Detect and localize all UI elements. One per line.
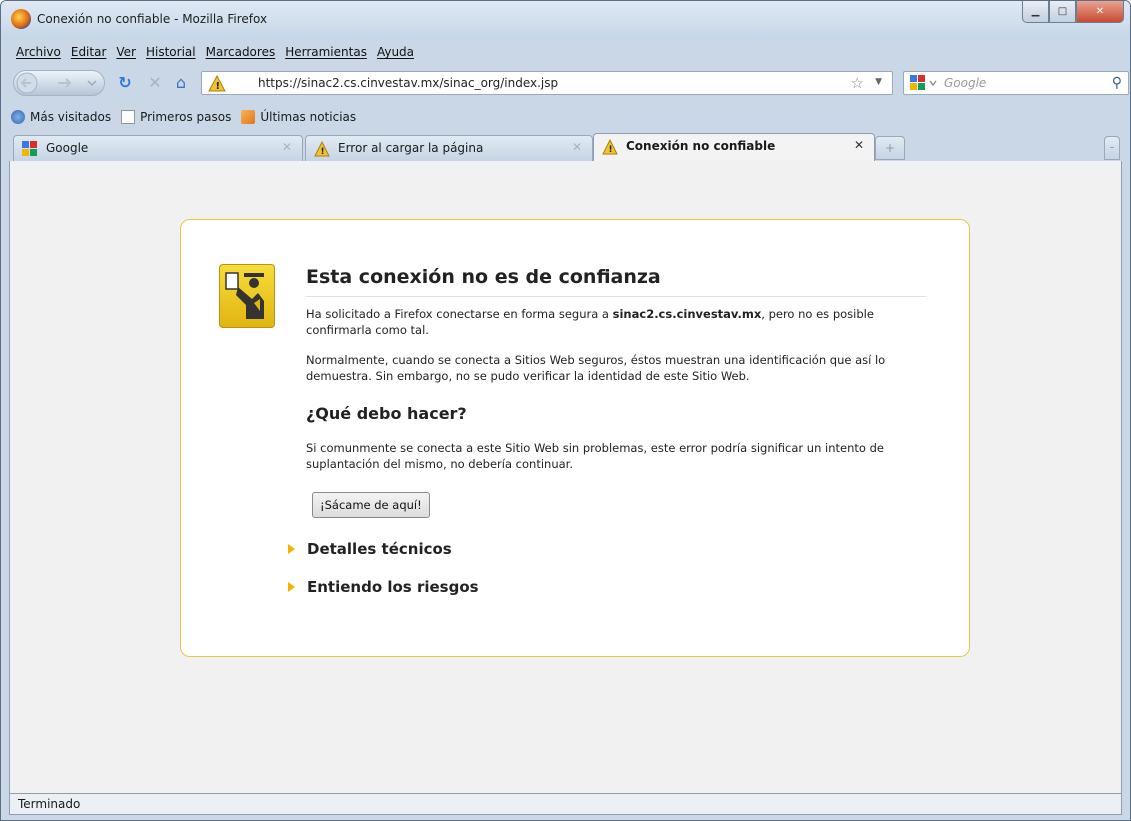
bookmark-star-icon[interactable]: ☆: [851, 74, 864, 92]
tab-error-loading[interactable]: ! Error al cargar la página ✕: [305, 135, 593, 161]
rss-icon: [241, 110, 256, 124]
menu-archivo[interactable]: Archivo: [11, 45, 66, 59]
bookmark-most-visited[interactable]: Más visitados: [11, 110, 111, 124]
google-favicon-icon: [22, 141, 37, 156]
warning-identity-icon[interactable]: !: [208, 75, 248, 93]
page-icon: [121, 110, 136, 124]
bookmark-label: Más visitados: [30, 110, 112, 124]
search-icon[interactable]: ⚲: [1112, 75, 1122, 91]
close-button[interactable]: ✕: [1076, 1, 1124, 23]
page-content: Esta conexión no es de confianza Ha soli…: [9, 161, 1122, 793]
get-me-out-button[interactable]: ¡Sácame de aquí!: [312, 492, 430, 518]
expand-arrow-icon: [288, 582, 295, 592]
bookmarks-toolbar: Más visitados Primeros pasos Últimas not…: [11, 105, 1120, 129]
certificate-error-icon: [219, 264, 275, 328]
minimize-icon: ▁: [1031, 6, 1040, 17]
tab-google[interactable]: Google ✕: [13, 135, 303, 161]
host-name: sinac2.cs.cinvestav.mx: [612, 307, 762, 321]
menu-marcadores[interactable]: Marcadores: [201, 45, 281, 59]
svg-text:!: !: [609, 145, 613, 155]
tab-close-icon[interactable]: ✕: [282, 140, 292, 154]
bookmark-label: Últimas noticias: [260, 110, 357, 124]
menu-herramientas[interactable]: Herramientas: [280, 45, 372, 59]
minimize-button[interactable]: ▁: [1022, 1, 1049, 23]
menu-bar: Archivo Editar Ver Historial Marcadores …: [11, 41, 1120, 63]
svg-text:!: !: [321, 147, 325, 157]
understand-risks-expander[interactable]: Entiendo los riesgos: [288, 578, 479, 596]
url-bar[interactable]: ! https://sinac2.cs.cinvestav.mx/sinac_o…: [201, 71, 893, 95]
description-text: Ha solicitado a Firefox conectarse en fo…: [306, 307, 613, 321]
chevron-down-icon: –: [1109, 142, 1115, 153]
what-to-do-heading: ¿Qué debo hacer?: [306, 404, 467, 423]
status-text: Terminado: [18, 797, 81, 811]
error-title: Esta conexión no es de confianza: [306, 266, 926, 297]
back-forward-buttons[interactable]: [13, 70, 105, 96]
technical-details-expander[interactable]: Detalles técnicos: [288, 540, 452, 558]
tab-label: Google: [46, 141, 89, 155]
tab-label: Conexión no confiable: [626, 139, 776, 153]
bookmark-getting-started[interactable]: Primeros pasos: [121, 110, 231, 124]
tab-close-icon[interactable]: ✕: [854, 138, 864, 152]
tab-untrusted-connection[interactable]: ! Conexión no confiable ✕: [593, 133, 875, 161]
maximize-icon: □: [1057, 6, 1068, 17]
error-description: Ha solicitado a Firefox conectarse en fo…: [306, 306, 906, 338]
most-visited-icon: [11, 110, 25, 124]
back-forward-icon: [16, 72, 97, 94]
firefox-icon: [11, 9, 31, 29]
error-explanation: Normalmente, cuando se conecta a Sitios …: [306, 353, 886, 383]
home-icon[interactable]: ⌂: [171, 73, 191, 93]
tab-bar: Google ✕ ! Error al cargar la página ✕ !…: [11, 133, 1120, 161]
menu-ver[interactable]: Ver: [111, 45, 141, 59]
window-title: Conexión no confiable - Mozilla Firefox: [37, 12, 268, 26]
search-input[interactable]: Google: [944, 76, 986, 90]
close-icon: ✕: [1095, 6, 1105, 17]
browser-window: Conexión no confiable - Mozilla Firefox …: [0, 0, 1131, 821]
new-tab-button[interactable]: +: [875, 136, 905, 160]
what-to-do-text: Si comunmente se conecta a este Sitio We…: [306, 441, 884, 471]
error-dialog: Esta conexión no es de confianza Ha soli…: [180, 219, 970, 657]
svg-text:!: !: [216, 81, 221, 92]
menu-historial[interactable]: Historial: [141, 45, 201, 59]
warning-icon: !: [602, 139, 618, 155]
understand-risks-label: Entiendo los riesgos: [307, 578, 479, 596]
officer-badge-icon: [225, 272, 264, 319]
stop-icon[interactable]: ✕: [145, 73, 165, 93]
menu-ayuda[interactable]: Ayuda: [372, 45, 419, 59]
warning-icon: !: [314, 141, 330, 157]
reload-icon[interactable]: ↻: [115, 73, 135, 93]
status-bar: Terminado: [9, 793, 1122, 815]
menu-editar[interactable]: Editar: [66, 45, 112, 59]
url-text: https://sinac2.cs.cinvestav.mx/sinac_org…: [258, 76, 559, 90]
tab-label: Error al cargar la página: [338, 141, 484, 155]
title-bar: Conexión no confiable - Mozilla Firefox …: [1, 1, 1130, 39]
navigation-toolbar: ↻ ✕ ⌂ ! https://sinac2.cs.cinvestav.mx/s…: [11, 65, 1129, 101]
window-controls: ▁ □ ✕: [1022, 1, 1124, 23]
maximize-button[interactable]: □: [1049, 1, 1076, 23]
google-engine-icon[interactable]: [910, 75, 940, 91]
url-dropdown-icon[interactable]: ▼: [875, 77, 882, 87]
bookmark-label: Primeros pasos: [140, 110, 232, 124]
technical-details-label: Detalles técnicos: [307, 540, 452, 558]
plus-icon: +: [884, 141, 896, 155]
expand-arrow-icon: [288, 544, 295, 554]
search-bar[interactable]: Google ⚲: [903, 71, 1129, 95]
list-all-tabs-button[interactable]: –: [1104, 136, 1120, 160]
bookmark-latest-news[interactable]: Últimas noticias: [241, 110, 356, 124]
tab-close-icon[interactable]: ✕: [572, 140, 582, 154]
